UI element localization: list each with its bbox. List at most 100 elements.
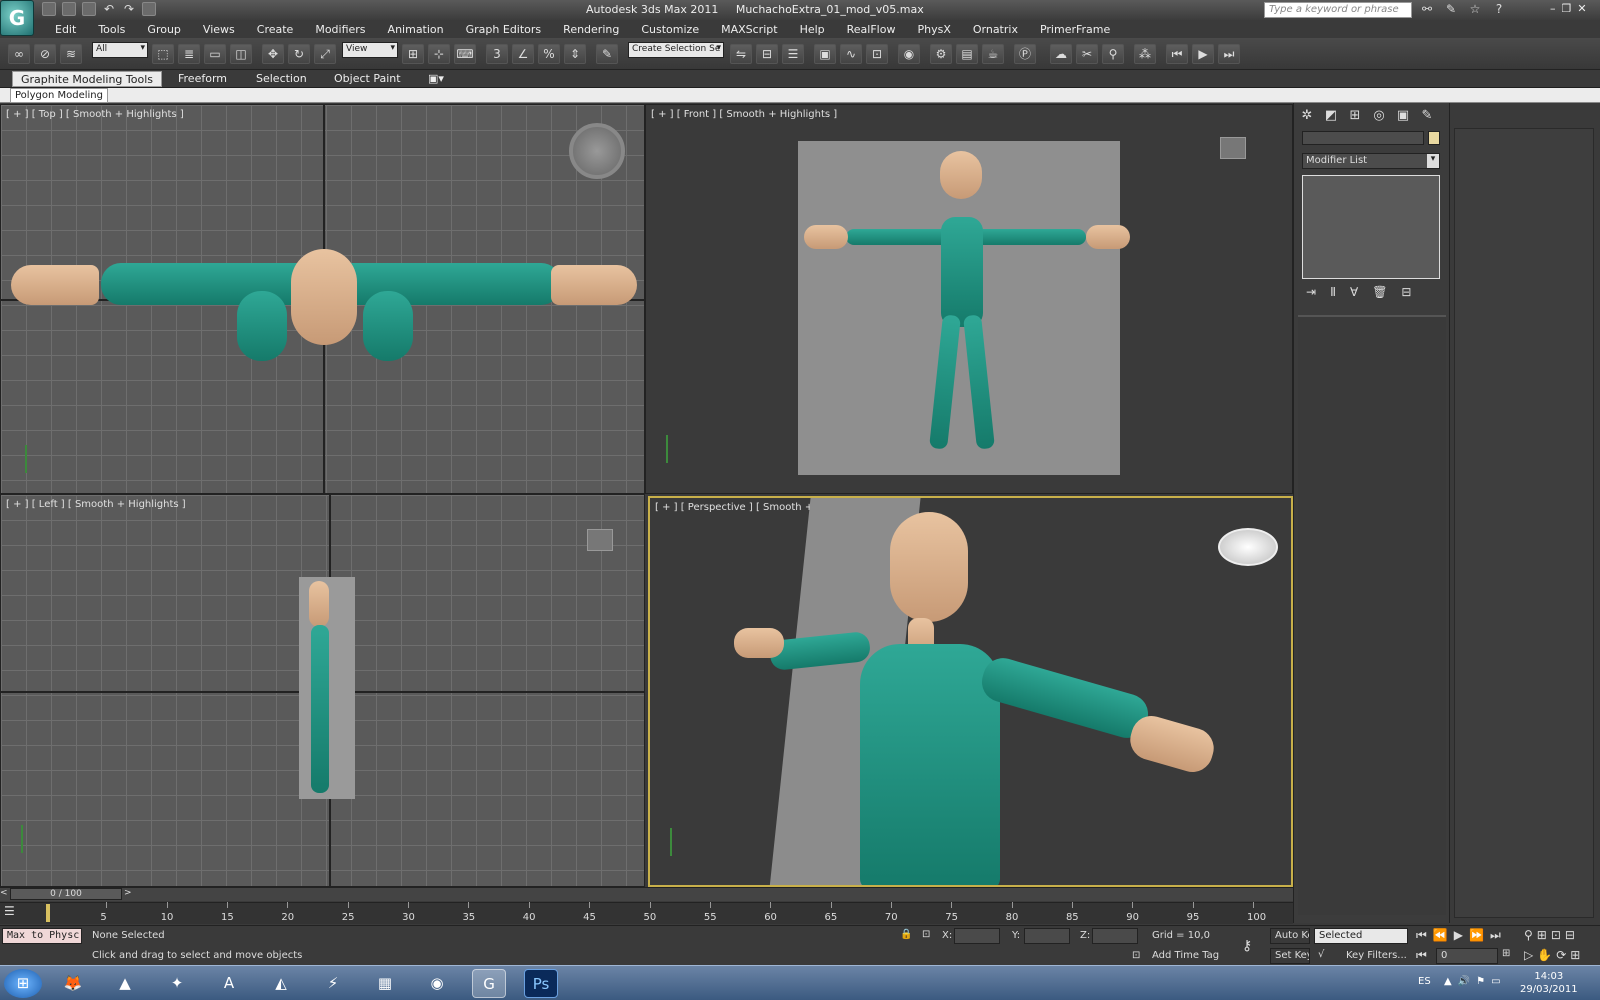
graphite-toggle-icon[interactable]: ▣	[814, 44, 836, 64]
curve-editor-icon[interactable]: ∿	[840, 44, 862, 64]
modifier-stack[interactable]	[1302, 175, 1440, 279]
show-end-result-icon[interactable]: Ⅱ	[1330, 285, 1336, 299]
volume-icon[interactable]: 🔊	[1458, 976, 1476, 987]
create-panel-icon[interactable]: ✲	[1298, 107, 1316, 125]
pan-view-icon[interactable]: ✋	[1537, 948, 1556, 962]
realflow-icon[interactable]: ☁	[1050, 44, 1072, 64]
time-next-icon[interactable]: >	[124, 888, 132, 900]
globe-app-icon[interactable]: ◉	[420, 969, 454, 998]
set-key-key-icon[interactable]: ⚷	[1242, 938, 1252, 954]
character-app-icon[interactable]: ✦	[160, 969, 194, 998]
percent-snap-icon[interactable]: %	[538, 44, 560, 64]
next-frame-icon[interactable]: ⏩	[1469, 928, 1490, 942]
schematic-view-icon[interactable]: ⊡	[866, 44, 888, 64]
lock-selection-icon[interactable]: 🔒	[900, 929, 912, 940]
physx-icon[interactable]: Ⓟ	[1014, 44, 1036, 64]
menu-modifiers[interactable]: Modifiers	[304, 23, 376, 36]
maxscript-listener[interactable]: Max to Physc	[2, 928, 82, 944]
mirror-icon[interactable]: ⇋	[730, 44, 752, 64]
viewcube-icon[interactable]	[587, 529, 613, 551]
viewport-left[interactable]: [ + ] [ Left ] [ Smooth + Highlights ]	[0, 494, 645, 887]
unlink-icon[interactable]: ⊘	[34, 44, 56, 64]
current-frame-field[interactable]: 0	[1436, 948, 1498, 964]
tab-freeform[interactable]: Freeform	[170, 71, 235, 87]
time-configuration-icon[interactable]: ⊞	[1502, 948, 1510, 959]
select-manipulate-icon[interactable]: ⊹	[428, 44, 450, 64]
zoom-icon[interactable]: ⚲	[1524, 928, 1537, 942]
new-file-icon[interactable]	[42, 2, 56, 16]
viewport-label-front[interactable]: [ + ] [ Front ] [ Smooth + Highlights ]	[651, 109, 837, 120]
window-crossing-icon[interactable]: ◫	[230, 44, 252, 64]
redo-icon[interactable]: ↷	[122, 2, 136, 16]
grid-tools-icon[interactable]: ⁂	[1134, 44, 1156, 64]
open-file-icon[interactable]	[62, 2, 76, 16]
minimize-icon[interactable]: –	[1550, 2, 1556, 15]
absolute-mode-icon[interactable]: ⊡	[922, 929, 930, 940]
autocad-icon[interactable]: ◭	[264, 969, 298, 998]
help-icon[interactable]: ?	[1492, 2, 1506, 16]
tab-object-paint[interactable]: Object Paint	[326, 71, 409, 87]
ornatrix-icon[interactable]: ✂	[1076, 44, 1098, 64]
keyboard-shortcut-icon[interactable]: ⌨	[454, 44, 476, 64]
viewport-label-top[interactable]: [ + ] [ Top ] [ Smooth + Highlights ]	[6, 109, 184, 120]
object-name-field[interactable]	[1302, 131, 1424, 145]
previous-frame-icon[interactable]: ⏪	[1433, 928, 1454, 942]
menu-animation[interactable]: Animation	[377, 23, 455, 36]
tray-arrow-icon[interactable]: ▲	[1444, 976, 1458, 987]
film-app-icon[interactable]: ▦	[368, 969, 402, 998]
photoshop-icon[interactable]: Ps	[524, 969, 558, 998]
configure-modifier-sets-icon[interactable]: ⊟	[1401, 285, 1411, 299]
object-color-swatch[interactable]	[1428, 131, 1440, 145]
app-logo-icon[interactable]: G	[0, 0, 34, 36]
bind-spacewarp-icon[interactable]: ≋	[60, 44, 82, 64]
field-of-view-icon[interactable]: ▷	[1524, 948, 1537, 962]
viewcube-icon[interactable]	[569, 123, 625, 179]
orbit-icon[interactable]: ⟳	[1556, 948, 1570, 962]
time-slider[interactable]: 0 / 100	[10, 888, 122, 900]
key-tangent-icon[interactable]: √	[1318, 949, 1324, 960]
key-mode-dropdown[interactable]: Selected	[1314, 928, 1408, 944]
go-to-start-icon[interactable]: ⏮	[1166, 44, 1188, 64]
edit-named-selection-icon[interactable]: ✎	[596, 44, 618, 64]
start-button-icon[interactable]: ⊞	[4, 969, 42, 998]
add-time-tag[interactable]: Add Time Tag	[1152, 950, 1219, 961]
hierarchy-panel-icon[interactable]: ⊞	[1346, 107, 1364, 125]
menu-customize[interactable]: Customize	[630, 23, 710, 36]
acrobat-icon[interactable]: A	[212, 969, 246, 998]
polygon-modeling-panel[interactable]: Polygon Modeling	[10, 88, 108, 103]
flag-icon[interactable]: ⚑	[1476, 976, 1491, 987]
lightning-app-icon[interactable]: ⚡	[316, 969, 350, 998]
vlc-icon[interactable]: ▲	[108, 969, 142, 998]
reference-coordinate-dropdown[interactable]: View	[342, 42, 398, 58]
auto-key-button[interactable]: Auto Key	[1270, 928, 1310, 944]
select-object-icon[interactable]: ⬚	[152, 44, 174, 64]
communication-center-icon[interactable]: ✎	[1444, 2, 1458, 16]
search-input[interactable]: Type a keyword or phrase	[1264, 2, 1412, 18]
zoom-all-icon[interactable]: ⊞	[1537, 928, 1551, 942]
menu-primerframe[interactable]: PrimerFrame	[1029, 23, 1121, 36]
snaps-toggle-icon[interactable]: 3	[486, 44, 508, 64]
project-folder-icon[interactable]	[142, 2, 156, 16]
menu-tools[interactable]: Tools	[87, 23, 136, 36]
select-rotate-icon[interactable]: ↻	[288, 44, 310, 64]
rendered-frame-icon[interactable]: ▤	[956, 44, 978, 64]
play-icon[interactable]: ▶	[1192, 44, 1214, 64]
tab-selection[interactable]: Selection	[248, 71, 315, 87]
time-tag-icon[interactable]: ⊡	[1132, 950, 1140, 961]
close-icon[interactable]: ✕	[1577, 2, 1586, 15]
viewport-top[interactable]: [ + ] [ Top ] [ Smooth + Highlights ]	[0, 104, 645, 494]
maximize-viewport-icon[interactable]: ⊞	[1570, 948, 1584, 962]
named-selection-dropdown[interactable]: Create Selection Se	[628, 42, 724, 58]
z-coord-field[interactable]	[1092, 928, 1138, 944]
go-to-end-icon[interactable]: ⏭	[1218, 44, 1240, 64]
link-icon[interactable]: ∞	[8, 44, 30, 64]
menu-rendering[interactable]: Rendering	[552, 23, 630, 36]
utilities-panel-icon[interactable]: ✎	[1418, 107, 1436, 125]
mini-curve-editor-icon[interactable]: ☰	[4, 904, 32, 922]
selection-filter-dropdown[interactable]: All	[92, 42, 148, 58]
modify-panel-icon[interactable]: ◩	[1322, 107, 1340, 125]
spinner-snap-icon[interactable]: ⇕	[564, 44, 586, 64]
y-coord-field[interactable]	[1024, 928, 1070, 944]
menu-ornatrix[interactable]: Ornatrix	[962, 23, 1029, 36]
select-move-icon[interactable]: ✥	[262, 44, 284, 64]
